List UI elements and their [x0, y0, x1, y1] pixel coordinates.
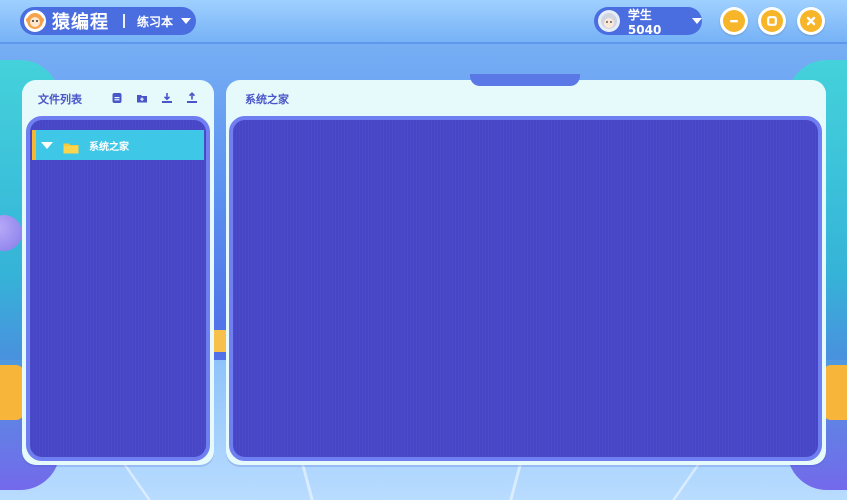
background-accent-left	[0, 365, 24, 420]
file-tree[interactable]	[26, 116, 210, 461]
mode-label: 练习本	[137, 14, 174, 29]
background-accent-right	[823, 365, 847, 420]
chevron-down-icon[interactable]	[41, 141, 53, 149]
close-icon	[800, 10, 822, 32]
maximize-button[interactable]	[758, 7, 786, 35]
brand-divider	[123, 14, 125, 28]
editor-workspace[interactable]	[229, 116, 822, 461]
close-button[interactable]	[797, 7, 825, 35]
minimize-button[interactable]	[720, 7, 748, 35]
brand-menu[interactable]: 猿编程 练习本	[20, 7, 196, 35]
panel-notch	[470, 74, 580, 86]
new-folder-icon[interactable]	[135, 91, 149, 105]
user-name: 学生5040	[627, 7, 662, 37]
app-window: 猿编程 练习本 学生5040 文件列表 系统之家 系统之家	[0, 0, 847, 500]
download-icon[interactable]	[160, 91, 174, 105]
tree-item-label: 系统之家	[89, 141, 129, 153]
minimize-icon	[723, 10, 745, 32]
brand-name: 猿编程	[52, 12, 109, 33]
new-file-icon[interactable]	[110, 91, 124, 105]
folder-icon	[63, 139, 79, 154]
user-menu[interactable]: 学生5040	[594, 7, 702, 37]
maximize-icon	[761, 10, 783, 32]
tree-item-folder[interactable]: 系统之家	[32, 130, 204, 160]
file-panel-title: 文件列表	[38, 93, 82, 106]
monkey-logo-icon	[24, 10, 46, 32]
editor-panel-title: 系统之家	[245, 93, 289, 106]
chevron-down-icon	[692, 18, 702, 24]
avatar	[598, 10, 620, 32]
top-bar: 猿编程 练习本 学生5040	[0, 0, 847, 44]
selection-marker	[32, 130, 36, 160]
upload-icon[interactable]	[185, 91, 199, 105]
chevron-down-icon	[181, 18, 192, 24]
